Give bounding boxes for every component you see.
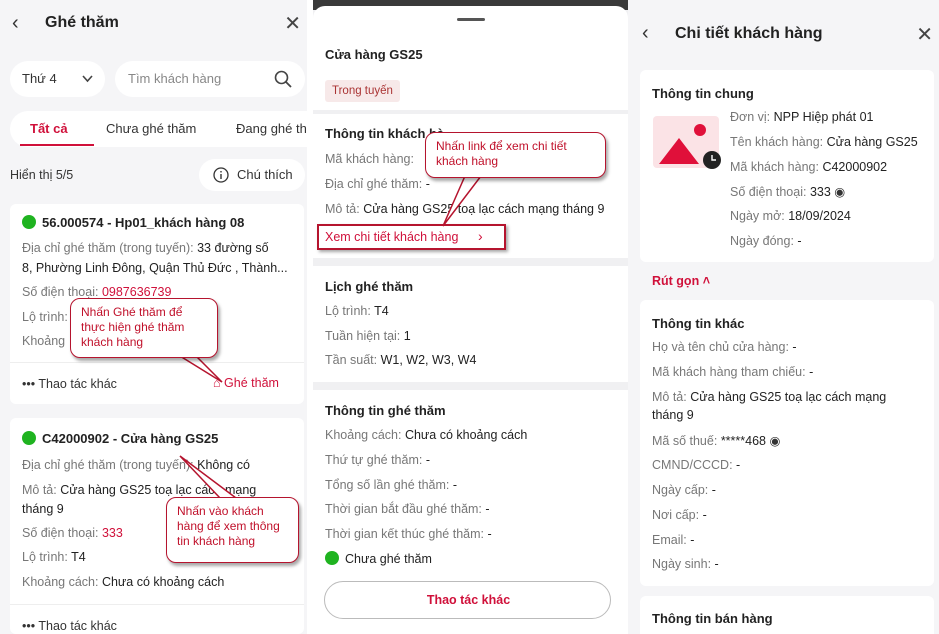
- callout-pointers: [442, 175, 483, 227]
- id-number-row: CMND/CCCD: -: [652, 458, 741, 472]
- visit-list-screen: ‹ Ghé thăm ✕ Thứ 4 Tìm khách hàng Tất cả…: [0, 0, 307, 634]
- section-title: Thông tin chung: [652, 86, 754, 101]
- close-date-row: Ngày đóng: -: [730, 234, 802, 248]
- unit-row: Đơn vị: NPP Hiệp phát 01: [730, 110, 874, 124]
- customer-detail-screen: ‹ Chi tiết khách hàng ✕ Thông tin chung …: [628, 0, 939, 634]
- customer-code-row: Mã khách hàng: C42000902: [730, 160, 888, 174]
- back-icon[interactable]: ‹: [642, 22, 649, 45]
- section-title: Thông tin bán hàng: [652, 611, 773, 626]
- customer-image-placeholder: [653, 116, 721, 169]
- visit-detail-sheet: Cửa hàng GS25 Trong tuyến Thông tin khác…: [313, 0, 628, 634]
- eye-icon[interactable]: ◉: [769, 434, 780, 448]
- owner-row: Họ và tên chủ cửa hàng: -: [652, 340, 797, 354]
- close-icon[interactable]: ✕: [916, 22, 933, 47]
- reference-code-row: Mã khách hàng tham chiếu: -: [652, 365, 814, 379]
- callout-customer-hint: Nhấn vào khách hàng để xem thông tin khá…: [166, 497, 299, 563]
- general-info-card: Thông tin chung Đơn vị: NPP Hiệp phát 01…: [640, 70, 934, 262]
- issue-place-row: Nơi cấp: -: [652, 508, 707, 522]
- email-row: Email: -: [652, 533, 695, 547]
- other-info-card: Thông tin khác Họ và tên chủ cửa hàng: -…: [640, 300, 934, 586]
- eye-icon[interactable]: ◉: [834, 185, 845, 199]
- open-date-row: Ngày mở: 18/09/2024: [730, 209, 851, 223]
- tax-code-row: Mã số thuế: *****468 ◉: [652, 434, 781, 448]
- description-line2: tháng 9: [652, 408, 694, 422]
- callout-link-hint: Nhấn link để xem chi tiết khách hàng: [425, 132, 606, 178]
- phone-row: Số điện thoại: 333 ◉: [730, 185, 846, 199]
- customer-name-row: Tên khách hàng: Cửa hàng GS25: [730, 135, 918, 149]
- chevron-up-icon: ˄: [702, 274, 711, 288]
- dob-row: Ngày sinh: -: [652, 557, 719, 571]
- issue-date-row: Ngày cấp: -: [652, 483, 716, 497]
- page-title: Chi tiết khách hàng: [675, 25, 823, 42]
- sales-info-card: Thông tin bán hàng: [640, 596, 934, 634]
- callout-visit-hint: Nhấn Ghé thăm để thực hiện ghé thăm khác…: [70, 298, 218, 358]
- collapse-link[interactable]: Rút gọn ˄: [652, 274, 710, 288]
- section-title: Thông tin khác: [652, 316, 745, 331]
- description-row: Mô tả: Cửa hàng GS25 toạ lạc cách mạng: [652, 390, 887, 404]
